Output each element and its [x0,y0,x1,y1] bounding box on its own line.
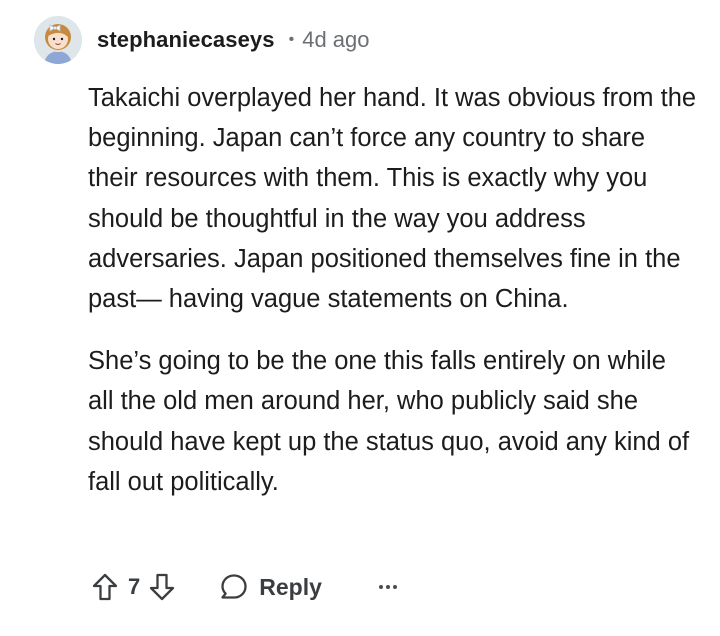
timestamp[interactable]: 4d ago [302,27,369,53]
reply-button[interactable]: Reply [219,572,322,602]
arrow-up-icon [92,573,118,601]
downvote-button[interactable] [149,573,175,601]
more-options-button[interactable] [378,584,398,590]
speech-bubble-icon [221,574,247,599]
comment-header: stephaniecaseys • 4d ago [34,16,370,64]
avatar[interactable] [34,16,82,64]
meta-separator: • [288,31,295,48]
comment: stephaniecaseys • 4d ago Takaichi overpl… [0,0,720,636]
comment-body: Takaichi overplayed her hand. It was obv… [88,78,698,502]
comment-paragraph: She’s going to be the one this falls ent… [88,347,690,496]
more-options-icon [378,585,397,589]
username[interactable]: stephaniecaseys [97,27,275,53]
upvote-button[interactable] [92,573,118,601]
comment-paragraph: Takaichi overplayed her hand. It was obv… [88,84,697,314]
reply-label: Reply [259,573,322,600]
comment-actions: 7 Reply [92,566,398,608]
avatar-icon [34,16,82,64]
arrow-down-icon [150,573,175,601]
vote-count: 7 [128,574,141,599]
